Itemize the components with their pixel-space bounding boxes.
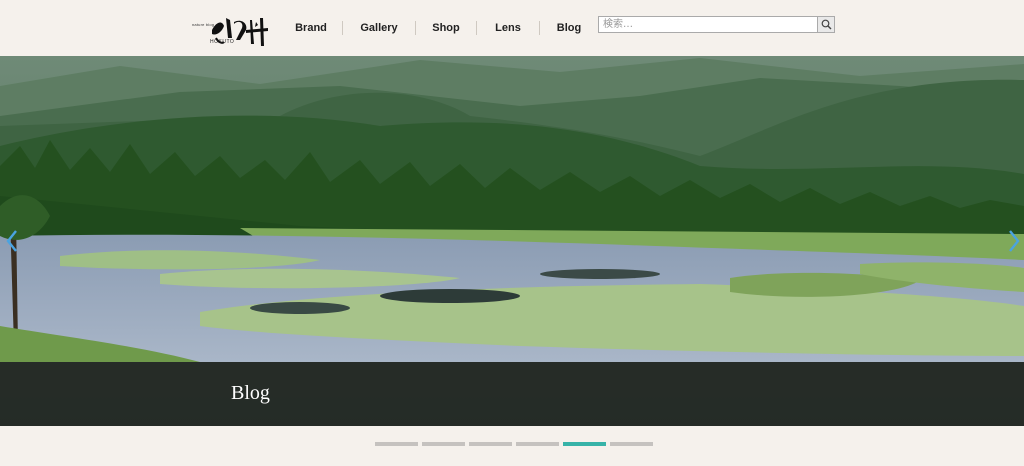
chevron-left-icon	[6, 230, 17, 252]
slider-dot[interactable]	[516, 442, 559, 446]
search-button[interactable]	[818, 16, 835, 33]
nav-item-brand[interactable]: Brand	[280, 0, 342, 56]
slide-caption-bar: Blog	[0, 362, 1024, 426]
slider-next-button[interactable]	[1006, 228, 1022, 254]
hero-slider: Blog	[0, 56, 1024, 426]
slider-dot[interactable]	[422, 442, 465, 446]
nav-item-shop[interactable]: Shop	[416, 0, 476, 56]
nav-item-lens[interactable]: Lens	[477, 0, 539, 56]
nav-item-blog[interactable]: Blog	[540, 0, 598, 56]
slider-dot[interactable]	[469, 442, 512, 446]
site-header: nature blog HOKUTO Brand Gallery Shop Le…	[0, 0, 1024, 56]
search-box	[598, 16, 836, 33]
logo-subtitle: nature blog	[192, 22, 215, 27]
site-logo[interactable]: nature blog HOKUTO	[192, 12, 274, 48]
slider-dot[interactable]	[610, 442, 653, 446]
search-input[interactable]	[598, 16, 818, 33]
slide-caption[interactable]: Blog	[231, 382, 270, 405]
nav-item-gallery[interactable]: Gallery	[343, 0, 415, 56]
logo-brand-text: HOKUTO	[210, 39, 235, 45]
chevron-right-icon	[1009, 230, 1020, 252]
slider-dot-active[interactable]	[563, 442, 606, 446]
main-nav: Brand Gallery Shop Lens Blog	[280, 0, 598, 56]
slider-pagination	[375, 442, 657, 446]
slider-dot[interactable]	[375, 442, 418, 446]
slider-prev-button[interactable]	[4, 228, 20, 254]
search-icon	[821, 19, 831, 30]
